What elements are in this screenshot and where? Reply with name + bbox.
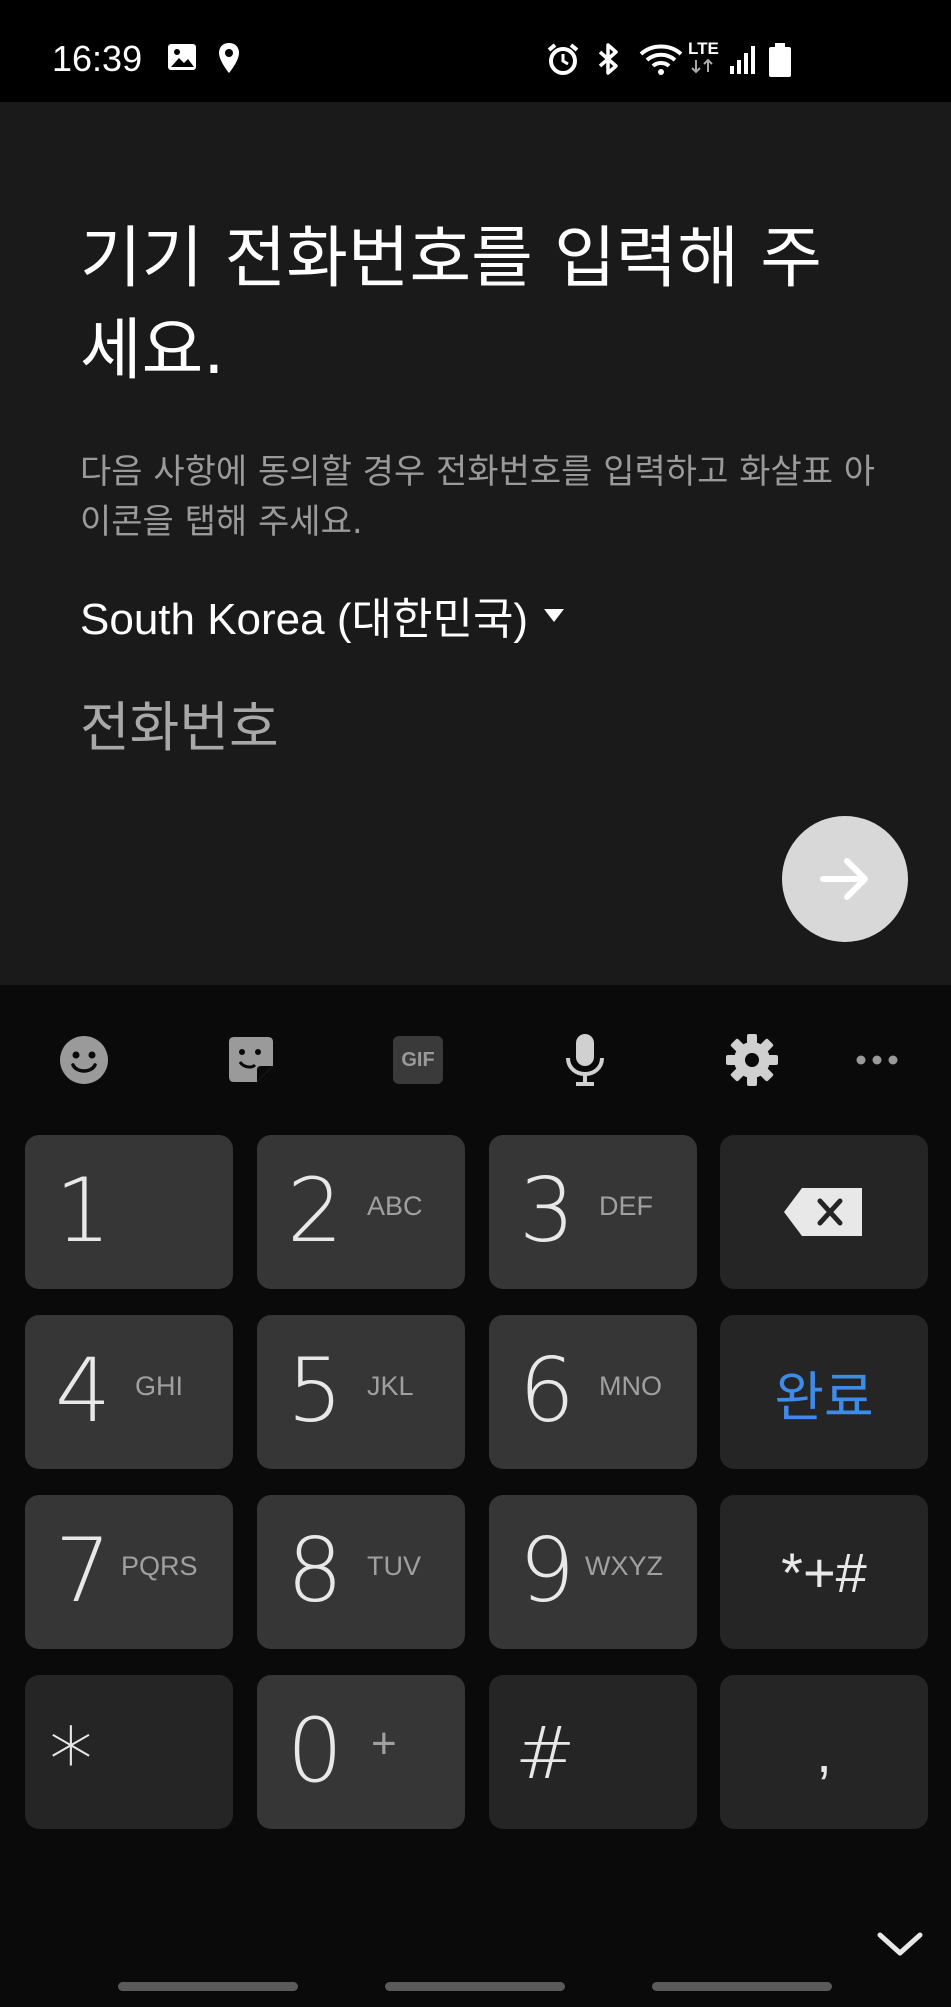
status-bar: 16:39 LTE bbox=[0, 0, 951, 102]
alarm-icon bbox=[547, 43, 579, 75]
key-8[interactable]: 8 TUV bbox=[257, 1495, 465, 1649]
page-title: 기기 전화번호를 입력해 주세요. bbox=[80, 219, 822, 389]
key-digit: 8 bbox=[287, 1519, 343, 1622]
key-digit: 0 bbox=[287, 1699, 343, 1802]
key-letters: WXYZ bbox=[585, 1551, 663, 1581]
done-label: 완료 bbox=[774, 1365, 874, 1429]
key-digit: 1 bbox=[55, 1159, 111, 1262]
battery-icon bbox=[769, 43, 791, 77]
gif-label: GIF bbox=[401, 1048, 435, 1071]
sticker-icon bbox=[229, 1037, 273, 1082]
chevron-down-icon bbox=[877, 1932, 923, 1956]
hide-keyboard-button[interactable] bbox=[870, 1920, 930, 1970]
country-label: South Korea (대한민국) bbox=[80, 595, 529, 644]
page-subtitle: 다음 사항에 동의할 경우 전화번호를 입력하고 화살표 아이콘을 탭해 주세요… bbox=[80, 452, 876, 542]
dropdown-caret-icon bbox=[544, 608, 565, 622]
key-letters: ABC bbox=[367, 1191, 423, 1221]
nav-bar-recents[interactable] bbox=[118, 1982, 298, 1991]
key-0[interactable]: 0 + bbox=[257, 1675, 465, 1829]
lte-icon: LTE bbox=[688, 40, 722, 76]
wifi-icon bbox=[639, 44, 683, 75]
key-letters: PQRS bbox=[121, 1551, 198, 1581]
key-3[interactable]: 3 DEF bbox=[489, 1135, 697, 1289]
settings-icon bbox=[726, 1034, 778, 1086]
key-digit: 3 bbox=[519, 1159, 575, 1262]
backspace-icon bbox=[784, 1188, 862, 1236]
key-letters: DEF bbox=[599, 1191, 653, 1221]
key-5[interactable]: 5 JKL bbox=[257, 1315, 465, 1469]
symbols-key[interactable]: *+# bbox=[720, 1495, 928, 1649]
key-letters: MNO bbox=[599, 1371, 662, 1401]
gif-button[interactable]: GIF bbox=[373, 1023, 463, 1097]
key-hash[interactable]: # bbox=[489, 1675, 697, 1829]
location-icon bbox=[219, 43, 239, 73]
key-digit: # bbox=[515, 1711, 576, 1795]
keyboard-toolbar: GIF bbox=[0, 985, 951, 1120]
key-4[interactable]: 4 GHI bbox=[25, 1315, 233, 1469]
sticker-button[interactable] bbox=[206, 1023, 296, 1097]
next-arrow-button[interactable] bbox=[782, 816, 908, 942]
voice-input-button[interactable] bbox=[540, 1023, 630, 1097]
key-comma[interactable]: , bbox=[720, 1675, 928, 1829]
key-2[interactable]: 2 ABC bbox=[257, 1135, 465, 1289]
key-digit: 5 bbox=[287, 1339, 343, 1442]
done-key[interactable]: 완료 bbox=[720, 1315, 928, 1469]
key-7[interactable]: 7 PQRS bbox=[25, 1495, 233, 1649]
country-selector[interactable]: South Korea (대한민국) bbox=[80, 585, 565, 645]
key-digit: 9 bbox=[519, 1519, 575, 1622]
emoji-button[interactable] bbox=[39, 1023, 129, 1097]
comma-label: , bbox=[816, 1720, 832, 1784]
arrow-right-icon bbox=[820, 858, 868, 900]
key-letters: + bbox=[371, 1719, 397, 1768]
more-options-button[interactable] bbox=[832, 1023, 922, 1097]
keyboard-settings-button[interactable] bbox=[707, 1023, 797, 1097]
phone-number-screen: 기기 전화번호를 입력해 주세요. 다음 사항에 동의할 경우 전화번호를 입력… bbox=[0, 102, 951, 985]
key-digit: * bbox=[49, 1709, 93, 1812]
phone-number-input[interactable] bbox=[80, 687, 780, 767]
key-star[interactable]: * bbox=[25, 1675, 233, 1829]
backspace-key[interactable] bbox=[720, 1135, 928, 1289]
key-9[interactable]: 9 WXYZ bbox=[489, 1495, 697, 1649]
key-digit: 7 bbox=[55, 1519, 111, 1622]
signal-icon bbox=[730, 46, 755, 74]
nav-bar-back[interactable] bbox=[652, 1982, 832, 1991]
key-digit: 2 bbox=[287, 1159, 343, 1262]
nav-bar-home[interactable] bbox=[385, 1982, 565, 1991]
key-digit: 6 bbox=[519, 1339, 575, 1442]
key-digit: 4 bbox=[55, 1339, 111, 1442]
gallery-icon bbox=[168, 44, 196, 70]
numeric-keyboard: GIF 1 2 ABC 3 DEF 4 GHI 5 JKL 6 MNO 완료 7… bbox=[0, 985, 951, 2007]
key-letters: GHI bbox=[135, 1371, 184, 1401]
key-1[interactable]: 1 bbox=[25, 1135, 233, 1289]
key-letters: JKL bbox=[367, 1371, 414, 1401]
key-6[interactable]: 6 MNO bbox=[489, 1315, 697, 1469]
key-letters: TUV bbox=[367, 1551, 421, 1581]
gif-icon: GIF bbox=[393, 1036, 443, 1084]
microphone-icon bbox=[566, 1034, 604, 1086]
status-time: 16:39 bbox=[52, 38, 143, 79]
more-icon bbox=[856, 1055, 898, 1065]
bluetooth-icon bbox=[598, 43, 618, 75]
symbols-label: *+# bbox=[781, 1540, 867, 1604]
emoji-icon bbox=[60, 1036, 108, 1084]
